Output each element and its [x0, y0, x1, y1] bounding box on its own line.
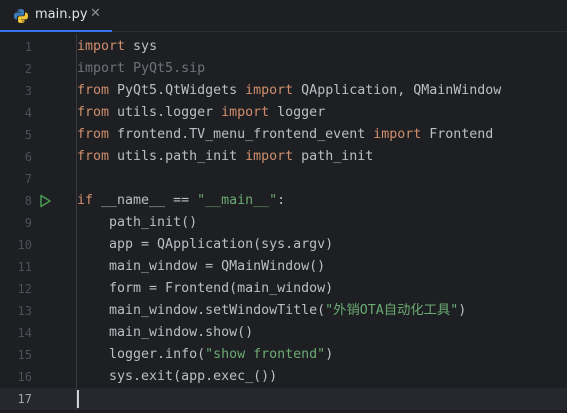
python-icon: [14, 9, 28, 23]
code-token: import PyQt5.sip: [77, 61, 206, 76]
code-token: from: [77, 83, 110, 98]
line-number: 14: [17, 326, 32, 340]
code-token: main_window = QMainWindow(): [77, 259, 326, 274]
code-line[interactable]: logger.info("show frontend"): [77, 344, 333, 366]
code-line[interactable]: app = QApplication(sys.argv): [77, 234, 333, 256]
code-token: import: [245, 83, 294, 98]
code-token: import: [77, 39, 126, 54]
line-number: 9: [24, 216, 32, 230]
line-number: 11: [17, 260, 32, 274]
code-line[interactable]: if __name__ == "__main__":: [77, 190, 285, 212]
code-token: utils.path_init: [109, 149, 246, 164]
code-token: logger.info(: [77, 347, 206, 362]
code-line[interactable]: form = Frontend(main_window): [77, 278, 333, 300]
code-line[interactable]: from utils.logger import logger: [77, 102, 325, 124]
code-token: :: [277, 193, 286, 208]
code-token: "外销OTA自动化工具": [325, 303, 459, 318]
close-icon[interactable]: ✕: [90, 6, 101, 21]
editor-tab-bar: main.py ✕: [0, 0, 567, 32]
line-number: 5: [24, 128, 32, 142]
code-token: main_window.show(): [77, 325, 254, 340]
code-token: frontend.TV_menu_frontend_event: [109, 127, 374, 142]
line-number: 7: [24, 172, 32, 186]
code-token: import: [221, 105, 270, 120]
line-number: 15: [17, 348, 32, 362]
code-token: QApplication, QMainWindow: [293, 83, 502, 98]
code-line[interactable]: from PyQt5.QtWidgets import QApplication…: [77, 80, 501, 102]
code-token: ): [458, 303, 467, 318]
code-line[interactable]: path_init(): [77, 212, 197, 234]
code-editor[interactable]: 1 2 3 4 5 6 7 8 9 10 11 12 13 14 15 16 17 import sys impo…: [0, 34, 567, 413]
code-line[interactable]: main_window.setWindowTitle("外销OTA自动化工具"): [77, 300, 466, 322]
code-token: from: [77, 149, 110, 164]
code-line[interactable]: import sys: [77, 36, 157, 58]
run-icon[interactable]: [38, 194, 52, 208]
code-line[interactable]: sys.exit(app.exec_()): [77, 366, 277, 388]
code-token: "show frontend": [205, 347, 326, 362]
code-token: ): [325, 347, 334, 362]
line-number: 4: [24, 106, 32, 120]
code-token: sys: [125, 39, 158, 54]
line-number: 10: [17, 238, 32, 252]
code-token: sys.exit(app.exec_()): [77, 369, 278, 384]
code-token: import: [245, 149, 294, 164]
code-token: utils.logger: [109, 105, 222, 120]
current-line-highlight: [0, 388, 567, 410]
code-token: logger: [269, 105, 326, 120]
indent-guide: [76, 34, 77, 410]
code-line[interactable]: main_window = QMainWindow(): [77, 256, 325, 278]
code-token: path_init(): [77, 215, 198, 230]
code-line[interactable]: from utils.path_init import path_init: [77, 146, 373, 168]
tab-main-py[interactable]: main.py ✕: [0, 0, 112, 32]
line-number: 8: [24, 194, 32, 208]
code-token: if: [77, 193, 94, 208]
code-token: __name__ ==: [93, 193, 198, 208]
code-line[interactable]: main_window.show(): [77, 322, 253, 344]
code-token: app = QApplication(sys.argv): [77, 237, 334, 252]
code-token: Frontend: [421, 127, 494, 142]
line-number: 17: [17, 392, 32, 406]
line-number: 13: [17, 304, 32, 318]
line-number: 16: [17, 370, 32, 384]
line-number: 12: [17, 282, 32, 296]
code-token: "__main__": [197, 193, 278, 208]
code-token: from: [77, 127, 110, 142]
text-caret: [77, 390, 79, 408]
tab-label: main.py: [35, 7, 88, 22]
line-number: 3: [24, 84, 32, 98]
line-number: 6: [24, 150, 32, 164]
code-line[interactable]: import PyQt5.sip: [77, 58, 205, 80]
code-token: form = Frontend(main_window): [77, 281, 334, 296]
code-token: path_init: [293, 149, 374, 164]
line-number: 2: [24, 62, 32, 76]
code-token: import: [373, 127, 422, 142]
line-number: 1: [24, 40, 32, 54]
line-number-gutter: 1 2 3 4 5 6 7 8 9 10 11 12 13 14 15 16 17: [0, 34, 64, 413]
code-line[interactable]: from frontend.TV_menu_frontend_event imp…: [77, 124, 493, 146]
code-token: PyQt5.QtWidgets: [109, 83, 246, 98]
code-token: from: [77, 105, 110, 120]
code-token: main_window.setWindowTitle(: [77, 303, 326, 318]
